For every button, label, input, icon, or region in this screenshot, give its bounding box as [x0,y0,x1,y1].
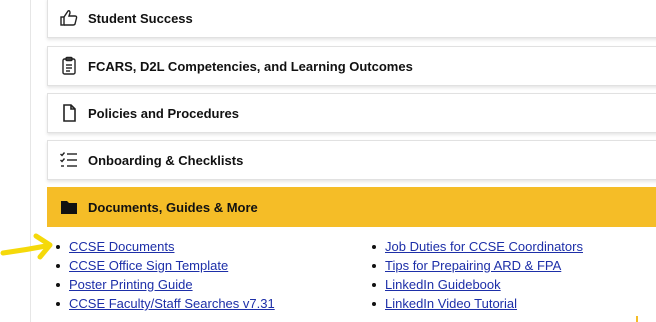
yellow-arrow-icon [0,226,62,271]
link-linkedin-guidebook[interactable]: LinkedIn Guidebook [385,277,501,292]
accordion-fcars[interactable]: FCARS, D2L Competencies, and Learning Ou… [47,46,656,86]
links-column-right: Job Duties for CCSE Coordinators Tips fo… [372,237,583,313]
list-item: Poster Printing Guide [56,275,275,294]
accordion-label: Onboarding & Checklists [88,152,244,168]
accordion-onboarding[interactable]: Onboarding & Checklists [47,140,656,180]
list-item: CCSE Office Sign Template [56,256,275,275]
checklist-icon [59,150,79,170]
link-office-sign-template[interactable]: CCSE Office Sign Template [69,258,228,273]
list-item: Tips for Prepairing ARD & FPA [372,256,583,275]
page-left-rule [30,0,31,322]
link-linkedin-video-tutorial[interactable]: LinkedIn Video Tutorial [385,296,517,311]
list-item: LinkedIn Guidebook [372,275,583,294]
accent-tick [636,316,638,322]
accordion-student-success[interactable]: Student Success [47,0,656,38]
accordion-label: FCARS, D2L Competencies, and Learning Ou… [88,58,413,74]
list-item: CCSE Faculty/Staff Searches v7.31 [56,294,275,313]
link-ccse-documents[interactable]: CCSE Documents [69,239,174,254]
document-icon [59,103,79,123]
folder-icon [59,197,79,217]
link-tips-ard-fpa[interactable]: Tips for Prepairing ARD & FPA [385,258,561,273]
accordion-documents[interactable]: Documents, Guides & More [47,187,656,227]
clipboard-list-icon [59,56,79,76]
accordion-policies[interactable]: Policies and Procedures [47,93,656,133]
accordion-label: Student Success [88,10,193,26]
link-faculty-staff-searches[interactable]: CCSE Faculty/Staff Searches v7.31 [69,296,275,311]
list-item: CCSE Documents [56,237,275,256]
links-column-left: CCSE Documents CCSE Office Sign Template… [56,237,275,313]
accordion-label: Policies and Procedures [88,105,240,121]
link-job-duties[interactable]: Job Duties for CCSE Coordinators [385,239,583,254]
link-poster-printing-guide[interactable]: Poster Printing Guide [69,277,193,292]
list-item: LinkedIn Video Tutorial [372,294,583,313]
accordion-label: Documents, Guides & More [88,199,258,215]
list-item: Job Duties for CCSE Coordinators [372,237,583,256]
thumbs-up-icon [59,8,79,28]
